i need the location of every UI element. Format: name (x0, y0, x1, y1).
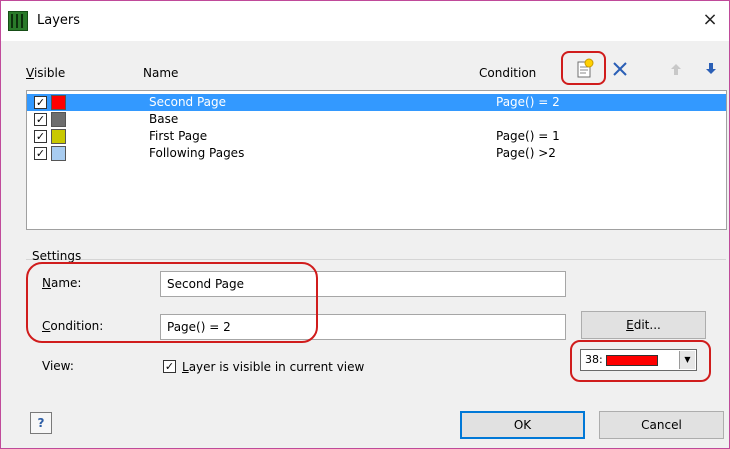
visible-header-rest: isible (33, 66, 66, 80)
layer-visible-label[interactable]: Layer is visible in current view (182, 360, 364, 374)
layer-visible-accel: L (182, 360, 189, 374)
layer-row[interactable]: ✓ Following Pages Page() >2 (27, 145, 726, 162)
layer-condition: Page() >2 (496, 146, 556, 160)
title-bar: Layers × (1, 1, 729, 41)
view-label: View: (42, 359, 74, 373)
arrow-up-icon (671, 64, 681, 75)
layers-app-icon (8, 11, 28, 31)
layer-visible-checkbox[interactable]: ✓ (34, 130, 47, 143)
layer-name: Second Page (149, 95, 227, 109)
layer-visible-rest: ayer is visible in current view (188, 360, 365, 374)
annotation-highlight-color (570, 340, 711, 382)
layer-color-swatch (51, 146, 66, 161)
move-up-button[interactable] (664, 57, 688, 81)
ok-button[interactable]: OK (460, 411, 585, 439)
settings-group-label: Settings (32, 249, 82, 263)
layer-visible-checkbox[interactable]: ✓ (34, 96, 47, 109)
cancel-button[interactable]: Cancel (599, 411, 724, 439)
delete-layer-button[interactable] (609, 57, 633, 81)
settings-separator (26, 259, 726, 260)
column-header-name[interactable]: Name (143, 66, 178, 80)
close-icon[interactable]: × (699, 9, 721, 31)
edit-rest: dit... (633, 318, 661, 332)
arrow-down-icon (706, 63, 716, 74)
edit-condition-button[interactable]: Edit... (581, 311, 706, 339)
layer-visible-checkbox[interactable]: ✓ (34, 147, 47, 160)
move-down-button[interactable] (699, 57, 723, 81)
annotation-highlight-new-button (561, 51, 606, 85)
layer-row[interactable]: ✓ Second Page Page() = 2 (27, 94, 726, 111)
layer-row[interactable]: ✓ First Page Page() = 1 (27, 128, 726, 145)
layer-name: Following Pages (149, 146, 245, 160)
help-button[interactable]: ? (30, 412, 52, 434)
delete-icon (613, 62, 627, 76)
layer-name: Base (149, 112, 179, 126)
layers-dialog: Layers × Visible Name Condition ✓ Second… (0, 0, 730, 449)
annotation-highlight-fields (26, 262, 318, 343)
layer-visible-checkbox[interactable]: ✓ (163, 360, 176, 373)
visible-header-accel: V (26, 66, 34, 80)
edit-accel: E (626, 318, 634, 332)
layer-condition: Page() = 2 (496, 95, 560, 109)
layer-color-swatch (51, 95, 66, 110)
layer-visible-checkbox[interactable]: ✓ (34, 113, 47, 126)
layer-list[interactable]: ✓ Second Page Page() = 2 ✓ Base ✓ First Page Pa… (26, 90, 727, 230)
layer-name: First Page (149, 129, 208, 143)
column-header-visible[interactable]: Visible (26, 66, 65, 80)
layer-row[interactable]: ✓ Base (27, 111, 726, 128)
column-header-condition[interactable]: Condition (479, 66, 536, 80)
layer-condition: Page() = 1 (496, 129, 560, 143)
layer-color-swatch (51, 112, 66, 127)
layer-color-swatch (51, 129, 66, 144)
window-title: Layers (37, 13, 81, 28)
